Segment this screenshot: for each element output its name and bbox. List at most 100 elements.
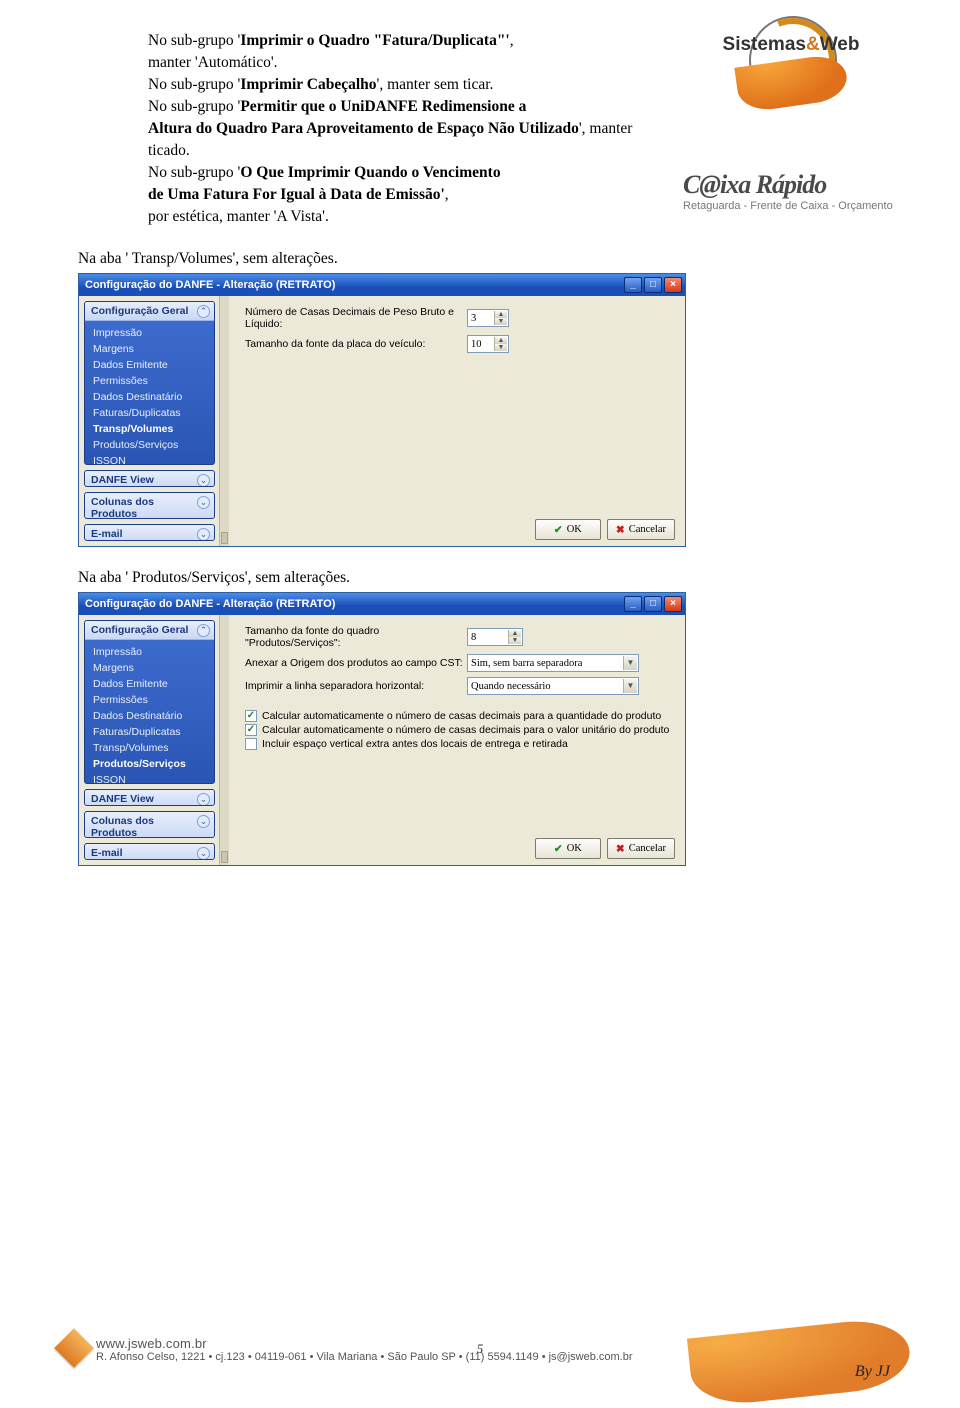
- sidebar-head-label: Configuração Geral: [91, 624, 188, 636]
- checkbox-checked-icon[interactable]: ✓: [245, 710, 257, 722]
- sidebar-panel-email[interactable]: E-mail⌄: [84, 843, 215, 860]
- section-heading-produtos: Na aba ' Produtos/Serviços', sem alteraç…: [78, 569, 882, 587]
- sidebar-item[interactable]: Transp/Volumes: [93, 740, 210, 756]
- sidebar-item[interactable]: Margens: [93, 660, 210, 676]
- minimize-button[interactable]: _: [624, 277, 642, 293]
- field-label: Tamanho da fonte do quadro "Produtos/Ser…: [245, 625, 467, 649]
- byline: By JJ: [855, 1363, 890, 1381]
- txt: No sub-grupo ': [148, 164, 240, 181]
- sidebar-item[interactable]: ISSQN: [93, 772, 210, 784]
- spin-up-icon[interactable]: ▲: [494, 311, 507, 318]
- separator-line-dropdown[interactable]: Quando necessário ▼: [467, 677, 639, 695]
- field-value: 8: [471, 632, 476, 643]
- checkbox-label: Incluir espaço vertical extra antes dos …: [262, 738, 568, 750]
- chevron-down-icon: ⌄: [197, 528, 210, 541]
- sidebar-head[interactable]: Configuração Geral ⌃: [85, 621, 214, 640]
- txt: No sub-grupo ': [148, 76, 240, 93]
- font-size-spinner[interactable]: 10 ▲▼: [467, 335, 509, 353]
- chevron-down-icon: ⌄: [197, 793, 210, 806]
- sidebar-item[interactable]: Dados Destinatário: [93, 708, 210, 724]
- spin-up-icon[interactable]: ▲: [494, 337, 507, 344]
- check-icon: ✔: [554, 843, 563, 855]
- button-label: OK: [567, 843, 582, 854]
- sidebar-panel-email[interactable]: E-mail ⌄: [84, 524, 215, 541]
- decimals-spinner[interactable]: 3 ▲▼: [467, 309, 509, 327]
- sidebar-scrollbar[interactable]: [219, 296, 229, 546]
- sidebar-head[interactable]: Configuração Geral ⌃: [85, 302, 214, 321]
- sidebar-item[interactable]: Impressão: [93, 644, 210, 660]
- content-area: Número de Casas Decimais de Peso Bruto e…: [229, 296, 685, 546]
- caixa-rapido-logo: C@ixa Rápido Retaguarda - Frente de Caix…: [683, 170, 898, 212]
- ok-button[interactable]: ✔OK: [535, 519, 601, 540]
- txt-bold: Altura do Quadro Para Aproveitamento de …: [148, 120, 579, 137]
- txt-bold: Imprimir o Quadro "Fatura/Duplicata"': [240, 32, 509, 49]
- button-label: Cancelar: [629, 843, 666, 854]
- sidebar-item[interactable]: ISSQN: [93, 453, 210, 465]
- button-label: Cancelar: [629, 524, 666, 535]
- origin-cst-dropdown[interactable]: Sim, sem barra separadora ▼: [467, 654, 639, 672]
- sidebar: Configuração Geral ⌃ ImpressãoMargensDad…: [79, 615, 219, 865]
- checkbox-row[interactable]: ✓ Calcular automaticamente o número de c…: [245, 710, 675, 722]
- jsweb-logo: Sistemas&Web: [688, 16, 894, 106]
- config-window: Configuração do DANFE - Alteração (RETRA…: [78, 273, 686, 547]
- cancel-button[interactable]: ✖Cancelar: [607, 838, 675, 859]
- field-label: Tamanho da fonte da placa do veículo:: [245, 338, 467, 350]
- txt: ', manter sem ticar.: [377, 76, 494, 93]
- sidebar-head-label: E-mail: [91, 528, 123, 540]
- txt-bold: Imprimir Cabeçalho: [240, 76, 376, 93]
- sidebar-item[interactable]: Transp/Volumes: [93, 421, 210, 437]
- sidebar-panel-danfe[interactable]: DANFE View ⌄: [84, 789, 215, 806]
- sidebar-head-label: Configuração Geral: [91, 305, 188, 317]
- button-label: OK: [567, 524, 582, 535]
- checkbox-label: Calcular automaticamente o número de cas…: [262, 710, 661, 722]
- sidebar-item[interactable]: Permissões: [93, 373, 210, 389]
- content-area: Tamanho da fonte do quadro "Produtos/Ser…: [229, 615, 685, 865]
- window-title: Configuração do DANFE - Alteração (RETRA…: [85, 279, 335, 291]
- sidebar-item[interactable]: Permissões: [93, 692, 210, 708]
- sidebar-head-label: E-mail: [91, 847, 123, 859]
- sidebar-item[interactable]: Impressão: [93, 325, 210, 341]
- maximize-button[interactable]: □: [644, 596, 662, 612]
- spin-down-icon[interactable]: ▼: [494, 318, 507, 325]
- sidebar-panel-geral: Configuração Geral ⌃ ImpressãoMargensDad…: [84, 620, 215, 784]
- spin-up-icon[interactable]: ▲: [508, 630, 521, 637]
- close-button[interactable]: ×: [664, 596, 682, 612]
- sidebar-item[interactable]: Faturas/Duplicatas: [93, 724, 210, 740]
- spin-down-icon[interactable]: ▼: [494, 344, 507, 351]
- sidebar-item[interactable]: Dados Destinatário: [93, 389, 210, 405]
- checkbox-unchecked-icon[interactable]: [245, 738, 257, 750]
- x-icon: ✖: [616, 524, 625, 536]
- checkbox-row[interactable]: Incluir espaço vertical extra antes dos …: [245, 738, 675, 750]
- field-value: Sim, sem barra separadora: [471, 658, 582, 669]
- checkbox-checked-icon[interactable]: ✓: [245, 724, 257, 736]
- close-button[interactable]: ×: [664, 277, 682, 293]
- chevron-down-icon: ▼: [623, 679, 637, 693]
- ok-button[interactable]: ✔ OK: [535, 838, 601, 859]
- titlebar: Configuração do DANFE - Alteração (RETRA…: [79, 593, 685, 615]
- sidebar-item[interactable]: Margens: [93, 341, 210, 357]
- checkbox-row[interactable]: ✓ Calcular automaticamente o número de c…: [245, 724, 675, 736]
- sidebar-scrollbar[interactable]: [219, 615, 229, 865]
- txt: ,: [510, 32, 514, 49]
- sidebar-head-label: DANFE View: [91, 793, 154, 805]
- sidebar-panel-danfe[interactable]: DANFE View⌄: [84, 470, 215, 487]
- spin-down-icon[interactable]: ▼: [508, 637, 521, 644]
- chevron-down-icon: ⌄: [197, 815, 210, 828]
- sidebar-panel-colunas[interactable]: Colunas dos Produtos⌄: [84, 492, 215, 519]
- section-heading-transp: Na aba ' Transp/Volumes', sem alterações…: [78, 250, 882, 268]
- minimize-button[interactable]: _: [624, 596, 642, 612]
- field-label: Número de Casas Decimais de Peso Bruto e…: [245, 306, 467, 330]
- chevron-up-icon: ⌃: [197, 305, 210, 318]
- sidebar-item[interactable]: Produtos/Serviços: [93, 756, 210, 772]
- txt-bold: Permitir que o UniDANFE Redimensione a: [240, 98, 526, 115]
- sidebar-panel-colunas[interactable]: Colunas dos Produtos⌄: [84, 811, 215, 838]
- sidebar-item[interactable]: Faturas/Duplicatas: [93, 405, 210, 421]
- txt: ticado.: [148, 140, 882, 162]
- maximize-button[interactable]: □: [644, 277, 662, 293]
- footer-swoosh-icon: [687, 1316, 913, 1408]
- cancel-button[interactable]: ✖ Cancelar: [607, 519, 675, 540]
- sidebar-item[interactable]: Dados Emitente: [93, 357, 210, 373]
- sidebar-item[interactable]: Produtos/Serviços: [93, 437, 210, 453]
- sidebar-item[interactable]: Dados Emitente: [93, 676, 210, 692]
- font-size-spinner[interactable]: 8 ▲▼: [467, 628, 523, 646]
